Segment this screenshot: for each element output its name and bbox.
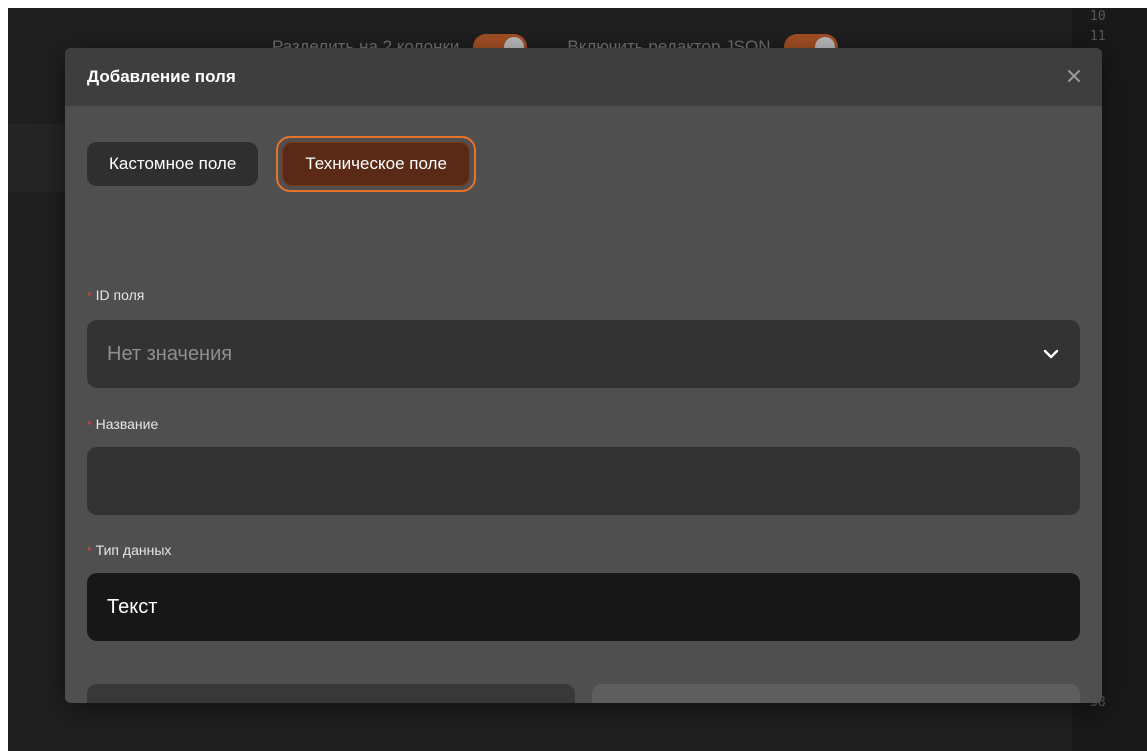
field-id-placeholder: Нет значения bbox=[107, 342, 233, 365]
field-type-tabs: Кастомное поле Техническое поле bbox=[87, 136, 476, 192]
dialog-title: Добавление поля bbox=[87, 67, 236, 86]
chevron-down-icon[interactable] bbox=[1042, 345, 1060, 363]
name-label-text: Название bbox=[95, 416, 159, 432]
tab-technical-field[interactable]: Техническое поле bbox=[282, 142, 470, 186]
data-type-label-text: Тип данных bbox=[95, 542, 172, 558]
tab-technical-field-focus-ring: Техническое поле bbox=[276, 136, 476, 192]
close-icon-glyph bbox=[1068, 70, 1080, 82]
add-field-dialog: Добавление поля Кастомное поле Техническ… bbox=[65, 48, 1102, 703]
field-id-label: * ID поля bbox=[87, 287, 144, 303]
cancel-button[interactable]: Отмена bbox=[87, 684, 575, 703]
field-id-label-text: ID поля bbox=[95, 287, 145, 303]
name-label: * Название bbox=[87, 416, 158, 432]
data-type-select[interactable]: Текст bbox=[87, 573, 1080, 641]
data-type-value: Текст bbox=[107, 595, 158, 618]
field-id-select[interactable]: Нет значения bbox=[87, 320, 1080, 388]
data-type-label: * Тип данных bbox=[87, 542, 171, 558]
name-input[interactable] bbox=[87, 447, 1080, 515]
tab-custom-field[interactable]: Кастомное поле bbox=[87, 142, 259, 186]
create-button[interactable]: Создать bbox=[592, 684, 1080, 703]
required-mark: * bbox=[87, 544, 92, 558]
close-icon[interactable] bbox=[1060, 62, 1088, 90]
required-mark: * bbox=[87, 418, 92, 432]
required-mark: * bbox=[87, 289, 92, 303]
dialog-header: Добавление поля bbox=[65, 48, 1102, 106]
